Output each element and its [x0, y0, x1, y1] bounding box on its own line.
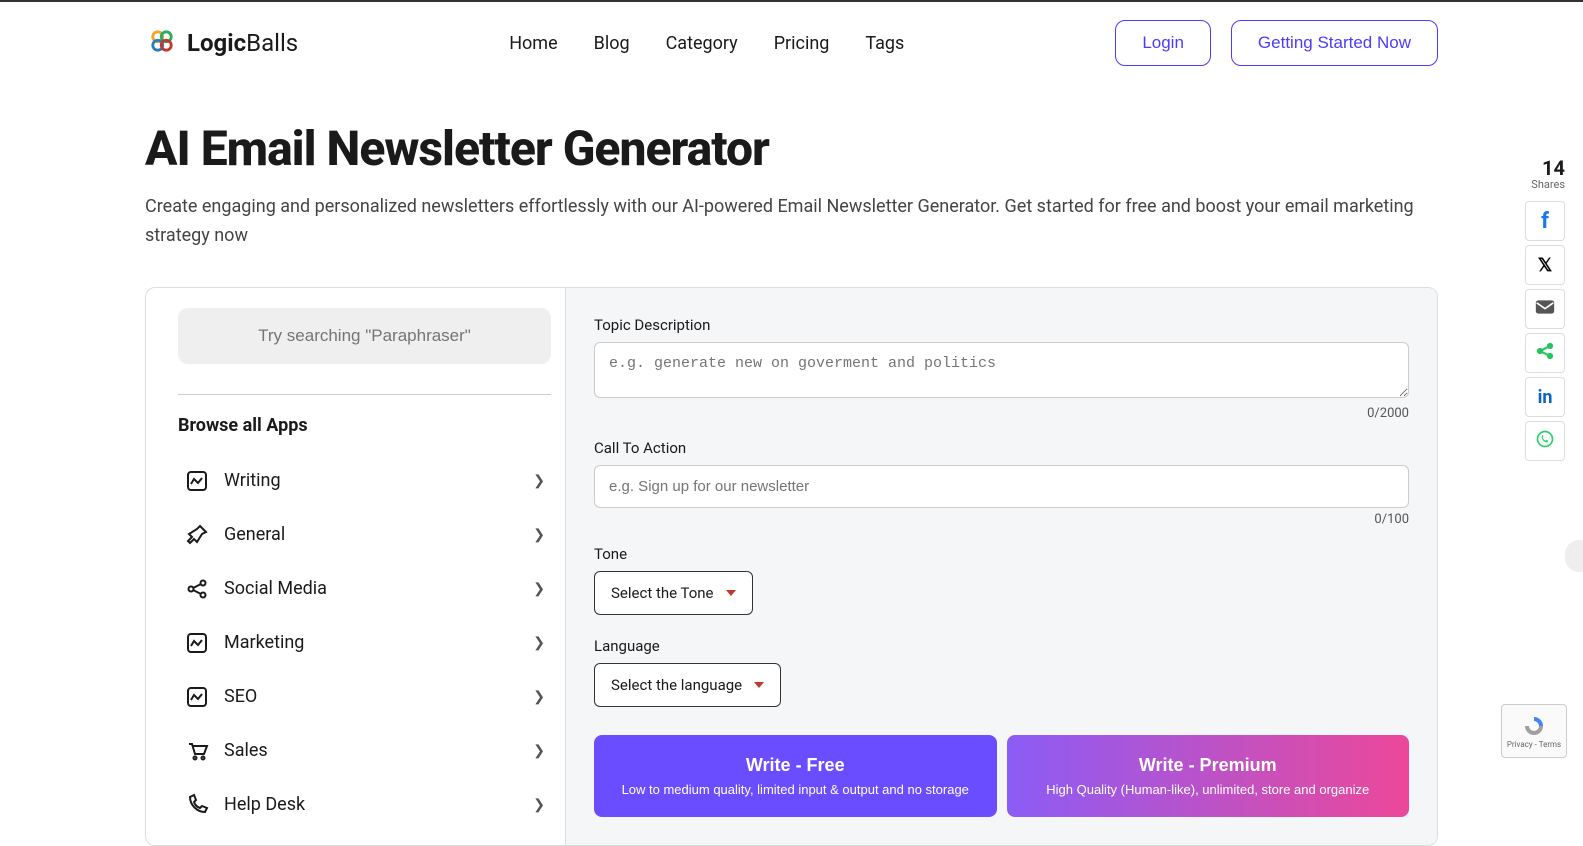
brand-logo[interactable]: LogicBalls — [145, 24, 298, 62]
seo-icon — [184, 684, 210, 710]
category-marketing[interactable]: Marketing ❯ — [178, 616, 551, 670]
nav-blog[interactable]: Blog — [594, 33, 630, 54]
button-title: Write - Free — [604, 755, 987, 776]
topic-char-counter: 0/2000 — [594, 406, 1409, 421]
chevron-right-icon: ❯ — [533, 527, 545, 543]
share-linkedin-button[interactable]: in — [1525, 377, 1565, 417]
recaptcha-links: Privacy - Terms — [1507, 740, 1561, 749]
button-subtitle: High Quality (Human-like), unlimited, st… — [1017, 782, 1400, 797]
sharethis-icon — [1535, 341, 1555, 366]
cta-char-counter: 0/100 — [594, 512, 1409, 527]
share-x-button[interactable]: 𝕏 — [1525, 245, 1565, 285]
logo-mark-icon — [145, 24, 179, 62]
share-sharethis-button[interactable] — [1525, 333, 1565, 373]
tone-select-value: Select the Tone — [611, 584, 714, 602]
share-icon — [184, 576, 210, 602]
divider — [178, 394, 551, 395]
phone-icon — [184, 792, 210, 818]
sidebar: Browse all Apps Writing ❯ General ❯ — [146, 288, 566, 845]
category-writing[interactable]: Writing ❯ — [178, 454, 551, 508]
language-label: Language — [594, 637, 1409, 655]
nav-category[interactable]: Category — [666, 33, 738, 54]
header-actions: Login Getting Started Now — [1115, 20, 1438, 66]
share-email-button[interactable] — [1525, 289, 1565, 329]
write-free-button[interactable]: Write - Free Low to medium quality, limi… — [594, 735, 997, 817]
caret-down-icon — [754, 682, 764, 688]
marketing-icon — [184, 630, 210, 656]
language-select-value: Select the language — [611, 676, 742, 694]
brand-name: LogicBalls — [187, 29, 298, 57]
category-social-media[interactable]: Social Media ❯ — [178, 562, 551, 616]
login-button[interactable]: Login — [1115, 20, 1211, 66]
recaptcha-badge[interactable]: Privacy - Terms — [1501, 704, 1567, 758]
chevron-right-icon: ❯ — [533, 635, 545, 651]
share-rail: 14 Shares f 𝕏 in — [1525, 158, 1565, 461]
cta-input[interactable] — [594, 465, 1409, 508]
button-subtitle: Low to medium quality, limited input & o… — [604, 782, 987, 797]
category-sales[interactable]: Sales ❯ — [178, 724, 551, 778]
category-seo[interactable]: SEO ❯ — [178, 670, 551, 724]
button-title: Write - Premium — [1017, 755, 1400, 776]
language-select[interactable]: Select the language — [594, 663, 781, 707]
site-header: LogicBalls Home Blog Category Pricing Ta… — [0, 0, 1583, 84]
category-label: Social Media — [224, 578, 327, 599]
get-started-button[interactable]: Getting Started Now — [1231, 20, 1438, 66]
chevron-right-icon: ❯ — [533, 743, 545, 759]
facebook-icon: f — [1541, 209, 1549, 234]
category-general[interactable]: General ❯ — [178, 508, 551, 562]
chevron-right-icon: ❯ — [533, 581, 545, 597]
tone-select[interactable]: Select the Tone — [594, 571, 753, 615]
category-label: Help Desk — [224, 794, 305, 815]
category-label: Marketing — [224, 632, 304, 653]
cta-label: Call To Action — [594, 439, 1409, 457]
caret-down-icon — [726, 590, 736, 596]
page-title: AI Email Newsletter Generator — [145, 120, 1438, 177]
app-panels: Browse all Apps Writing ❯ General ❯ — [145, 287, 1438, 846]
topic-description-input[interactable] — [594, 342, 1409, 398]
nav-home[interactable]: Home — [509, 33, 557, 54]
write-buttons: Write - Free Low to medium quality, limi… — [594, 735, 1409, 817]
share-facebook-button[interactable]: f — [1525, 201, 1565, 241]
chevron-right-icon: ❯ — [533, 689, 545, 705]
chevron-right-icon: ❯ — [533, 797, 545, 813]
category-help-desk[interactable]: Help Desk ❯ — [178, 778, 551, 832]
nav-tags[interactable]: Tags — [865, 33, 904, 54]
cart-icon — [184, 738, 210, 764]
write-premium-button[interactable]: Write - Premium High Quality (Human-like… — [1007, 735, 1410, 817]
topic-label: Topic Description — [594, 316, 1409, 334]
pin-icon — [184, 522, 210, 548]
x-icon: 𝕏 — [1538, 255, 1553, 276]
generator-form: Topic Description 0/2000 Call To Action … — [566, 288, 1437, 845]
tone-label: Tone — [594, 545, 1409, 563]
share-whatsapp-button[interactable] — [1525, 421, 1565, 461]
whatsapp-icon — [1535, 429, 1555, 454]
recaptcha-icon — [1520, 714, 1548, 738]
nav-pricing[interactable]: Pricing — [774, 33, 830, 54]
category-label: General — [224, 524, 285, 545]
category-label: Writing — [224, 470, 281, 491]
main-container: AI Email Newsletter Generator Create eng… — [0, 84, 1583, 846]
email-icon — [1535, 299, 1555, 320]
share-collapse-tab[interactable] — [1565, 540, 1583, 572]
chevron-right-icon: ❯ — [533, 473, 545, 489]
main-nav: Home Blog Category Pricing Tags — [509, 33, 904, 54]
category-label: SEO — [224, 686, 257, 707]
page-subtitle: Create engaging and personalized newslet… — [145, 193, 1438, 251]
browse-all-apps-heading: Browse all Apps — [178, 415, 551, 436]
linkedin-icon: in — [1538, 387, 1553, 408]
app-search-input[interactable] — [178, 308, 551, 364]
share-count: 14 — [1525, 158, 1565, 178]
share-label: Shares — [1525, 178, 1565, 191]
writing-icon — [184, 468, 210, 494]
category-label: Sales — [224, 740, 268, 761]
